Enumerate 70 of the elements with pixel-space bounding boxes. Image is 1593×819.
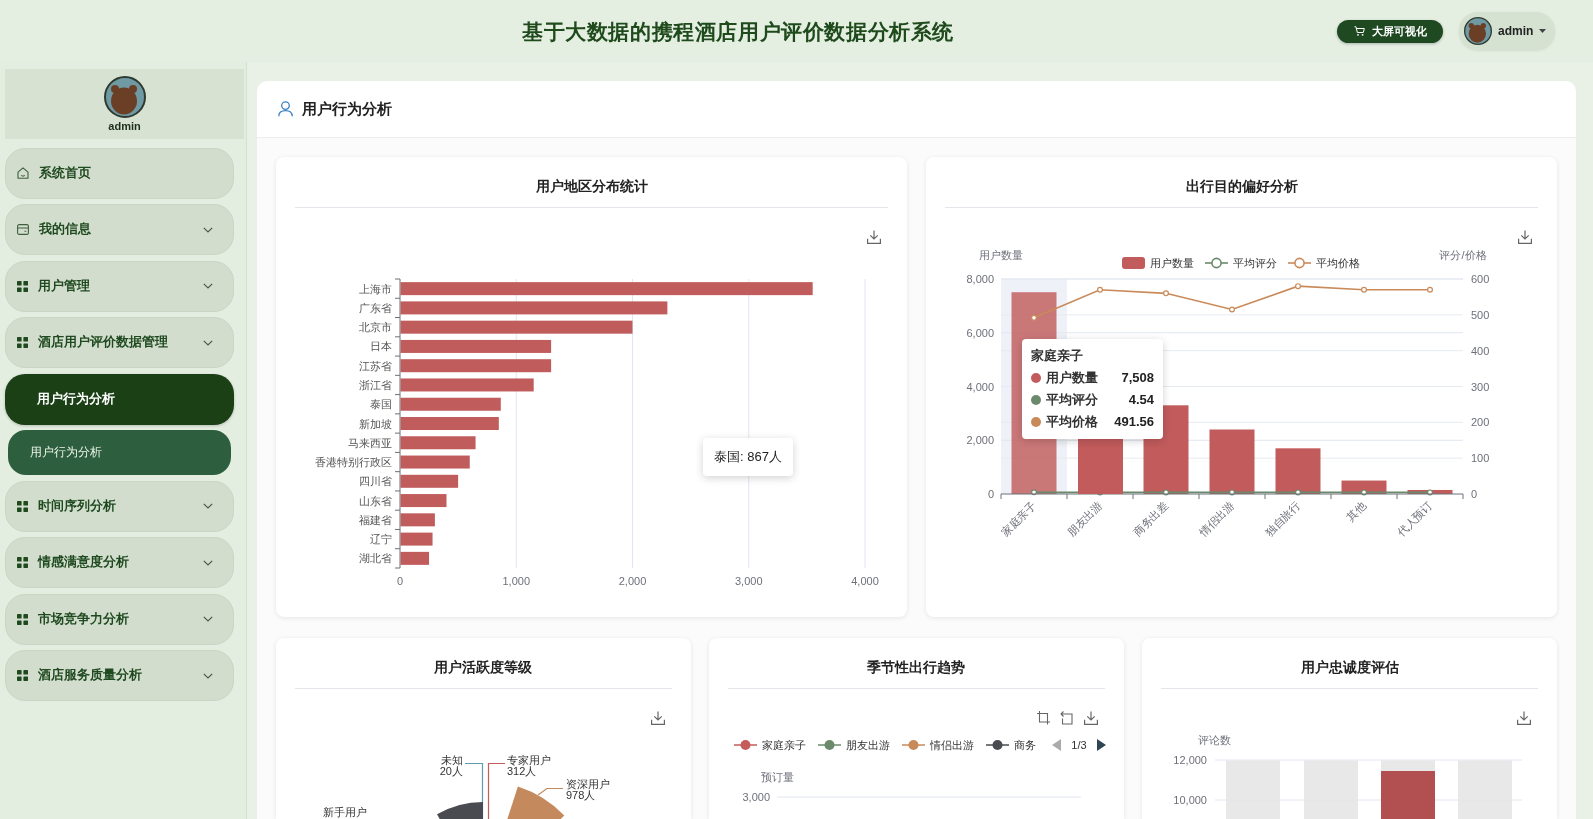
axis-tick-label: 2,000 [966,434,994,447]
chart-title: 季节性出行趋势 [867,657,966,677]
axis-tick-label: 4,000 [851,575,879,587]
axis-tick-label: 1,000 [502,575,530,587]
axis-tick-label: 12,000 [1173,754,1208,766]
category-label: 情侣出游 [1196,498,1237,539]
category-label: 其他 [1344,498,1369,523]
category-label: 新加坡 [359,417,392,430]
tooltip-value: 7,508 [1121,369,1154,388]
category-label: 泰国 [370,398,392,411]
chart-title: 用户忠诚度评估 [1300,657,1399,677]
axis-tick-label: 8,000 [966,273,994,285]
category-label: 家庭亲子 [998,498,1039,539]
chart-title: 出行目的偏好分析 [1185,176,1298,196]
category-label: 福建省 [359,513,392,526]
axis-tick-label: 0 [1471,488,1478,500]
page-indicator: 1/3 [1071,739,1087,751]
axis-tick-label: 500 [1471,308,1490,321]
category-label: 广东省 [359,301,392,314]
category-label: 辽宁 [370,533,392,546]
chart-title: 用户活跃度等级 [434,657,533,677]
category-label: 江苏省 [359,359,392,372]
axis-tick-label: 3,000 [742,791,771,803]
axis-title: 用户数量 [979,249,1023,261]
tooltip: 泰国: 867人 [703,438,793,476]
slice-label: 新手用户 [323,806,367,818]
axis-tick-label: 2,000 [618,575,647,587]
slice-value: 312人 [507,765,537,777]
axis-tick-label: 0 [987,488,994,500]
axis-tick-label: 600 [1471,273,1490,285]
slice-label: 资深用户 [566,778,610,790]
slice-value: 978人 [566,789,596,801]
tooltip-label: 平均价格 [1046,413,1098,432]
axis-title: 评分/价格 [1439,249,1487,261]
page-title: 用户行为分析 [302,98,392,119]
tooltip-label: 用户数量 [1046,369,1098,388]
app-title: 基于大数据的携程酒店用户评价数据分析系统 [522,20,954,42]
axis-tick-label: 3,000 [735,575,763,587]
category-label: 浙江省 [359,378,392,391]
tooltip-value: 4.54 [1128,391,1154,410]
category-label: 商务出差 [1130,498,1171,539]
axis-tick-label: 4,000 [966,380,994,393]
axis-tick-label: 300 [1471,380,1490,393]
category-label: 上海市 [359,282,392,295]
axis-title: 预订量 [760,771,794,783]
tooltip-value: 491.56 [1114,413,1154,432]
tooltip-label: 平均评分 [1046,391,1098,410]
category-label: 独自旅行 [1262,498,1303,539]
category-label: 四川省 [359,475,392,488]
axis-tick-label: 6,000 [966,326,994,339]
category-label: 湖北省 [359,552,392,565]
chart-title: 用户地区分布统计 [535,176,648,196]
axis-tick-label: 200 [1471,416,1490,429]
category-label: 香港特别行政区 [315,456,392,469]
user-name: admin [108,121,141,132]
category-label: 山东省 [359,494,392,507]
slice-value: 20人 [439,765,463,777]
axis-tick-label: 400 [1471,344,1490,357]
category-label: 代人预订 [1394,498,1435,539]
axis-title: 评论数 [1197,734,1231,746]
axis-tick-label: 0 [396,575,404,587]
axis-tick-label: 100 [1471,452,1490,465]
tooltip-title: 家庭亲子 [1031,347,1084,365]
slice-label: 未知 [441,754,463,766]
slice-label: 专家用户 [507,754,551,766]
category-label: 北京市 [359,321,392,334]
category-label: 马来西亚 [348,436,392,449]
category-label: 朋友出游 [1064,498,1105,539]
category-label: 日本 [370,340,392,353]
axis-tick-label: 10,000 [1173,794,1208,806]
